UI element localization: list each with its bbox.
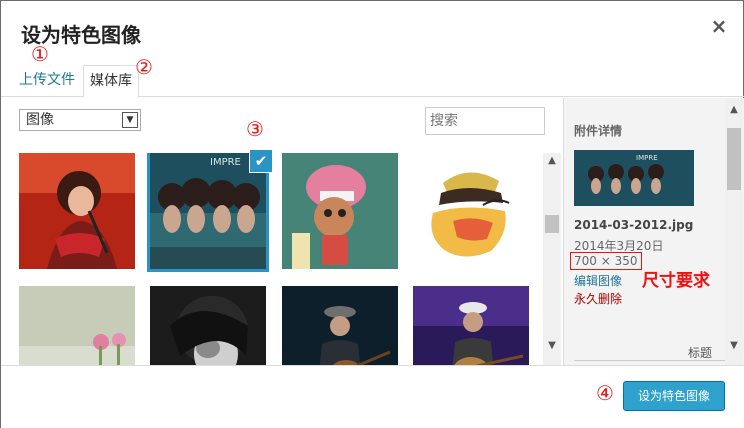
grid-scrollbar[interactable]: ▲ ▼ bbox=[543, 153, 561, 365]
annotation-number-4: ④ bbox=[596, 381, 614, 405]
scrollbar-thumb[interactable] bbox=[727, 128, 741, 190]
filter-value: 图像 bbox=[26, 112, 54, 128]
media-thumb-singer-red[interactable] bbox=[19, 153, 135, 269]
flowers-image bbox=[19, 286, 135, 365]
scroll-up-icon[interactable]: ▲ bbox=[543, 155, 561, 166]
media-thumb-flowers[interactable] bbox=[19, 286, 135, 365]
scroll-down-icon[interactable]: ▼ bbox=[725, 340, 743, 351]
close-icon[interactable]: × bbox=[708, 15, 730, 37]
scroll-down-icon[interactable]: ▼ bbox=[543, 340, 561, 351]
guitarist-stage-image bbox=[282, 286, 398, 365]
attachment-filename: 2014-03-2012.jpg bbox=[574, 218, 694, 232]
attachment-details-heading: 附件详情 bbox=[574, 124, 623, 138]
annotation-number-3: ③ bbox=[246, 117, 264, 141]
size-requirement-annotation: 尺寸要求 bbox=[642, 271, 710, 291]
attachment-preview-image: IMPRE bbox=[574, 150, 694, 206]
annotation-number-1: ① bbox=[31, 42, 49, 66]
singer-photo-image bbox=[19, 153, 135, 269]
media-thumb-chopper-toy[interactable] bbox=[282, 153, 398, 269]
svg-text:IMPRE: IMPRE bbox=[210, 157, 241, 168]
media-thumb-portrait-bw[interactable] bbox=[150, 286, 266, 365]
title-field-label: 标题 bbox=[688, 346, 713, 360]
attachment-details-panel: 附件详情 IMPRE 2014-03-2012.jpg 2014年3月20日 7… bbox=[563, 98, 744, 365]
tab-media-library[interactable]: 媒体库 bbox=[83, 65, 139, 98]
attachment-dimensions: 700 × 350 bbox=[570, 252, 642, 270]
search-input[interactable] bbox=[425, 107, 545, 135]
tab-bar: 上传文件 媒体库 bbox=[1, 57, 744, 98]
media-type-filter[interactable]: 图像 ▼ bbox=[19, 109, 141, 131]
checkmark-icon[interactable]: ✔ bbox=[249, 149, 273, 173]
media-thumb-guitarist-purple[interactable] bbox=[413, 286, 529, 365]
annotation-number-2: ② bbox=[135, 55, 153, 79]
media-grid: IMPRE bbox=[19, 153, 539, 365]
svg-text:IMPRE: IMPRE bbox=[636, 154, 658, 162]
chevron-down-icon: ▼ bbox=[122, 112, 138, 128]
scrollbar-thumb[interactable] bbox=[545, 215, 559, 233]
sidebar-scrollbar[interactable]: ▲ ▼ bbox=[725, 98, 743, 365]
tab-upload-files[interactable]: 上传文件 bbox=[13, 65, 81, 97]
media-modal: 设为特色图像 × 上传文件 媒体库 ① ② 图像 ▼ 搜索 IMPRE ✔ ③ … bbox=[0, 0, 744, 428]
scroll-up-icon[interactable]: ▲ bbox=[725, 104, 743, 115]
portrait-bw-image bbox=[150, 286, 266, 365]
delete-permanently-link[interactable]: 永久删除 bbox=[574, 290, 622, 307]
chopper-toy-image bbox=[282, 153, 398, 269]
cartoon-drawing-image bbox=[413, 153, 529, 269]
media-thumb-guitarist-stage[interactable] bbox=[282, 286, 398, 365]
media-thumb-cartoon-drawing[interactable] bbox=[413, 153, 529, 269]
set-featured-image-button[interactable]: 设为特色图像 bbox=[623, 381, 725, 411]
guitarist-purple-image bbox=[413, 286, 529, 365]
edit-image-link[interactable]: 编辑图像 bbox=[574, 272, 622, 289]
